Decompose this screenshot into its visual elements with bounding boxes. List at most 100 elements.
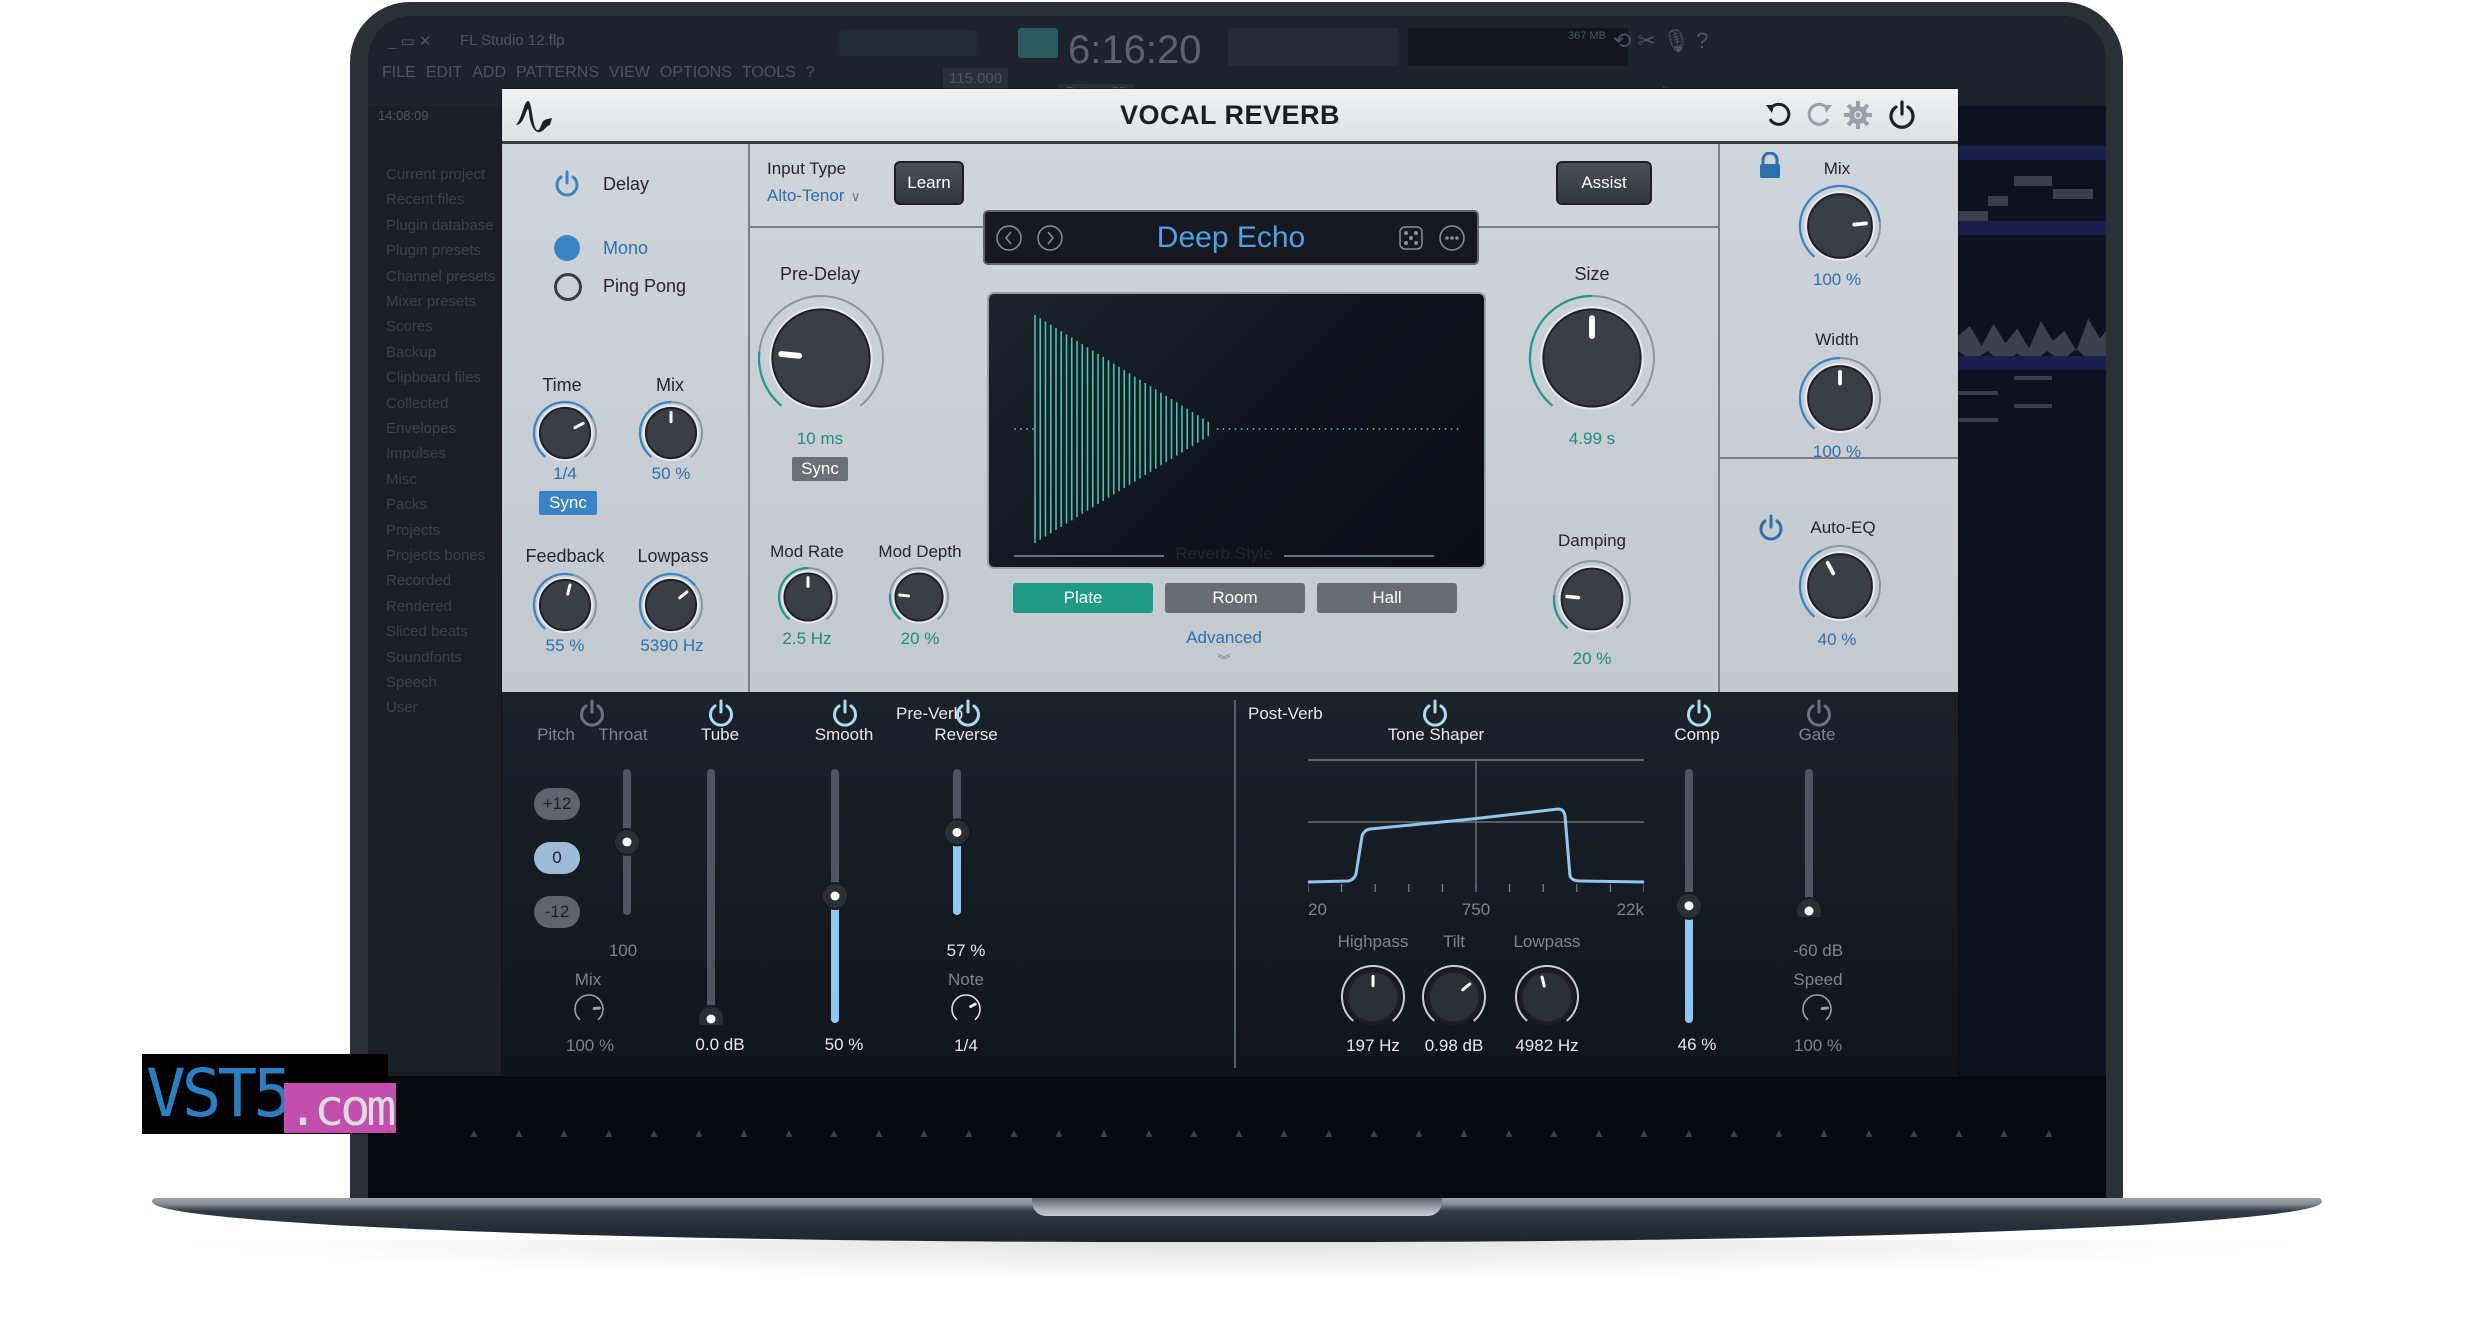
step-marker-icon: ▲ [1458,1126,1470,1140]
more-icon[interactable] [1438,224,1466,252]
fl-toolbar-icons[interactable]: ⟲ ✂ 🎙 ? [1613,28,1708,54]
pitch-mix-value: 100 % [565,1036,615,1055]
step-marker-icon: ▲ [963,1126,975,1140]
browser-item[interactable]: Packs [386,496,427,513]
mod-rate-knob[interactable] [777,566,839,633]
fl-menu-item[interactable]: PATTERNS [516,64,599,82]
mono-radio[interactable] [554,235,580,261]
fl-menu-item[interactable]: EDIT [426,64,462,82]
auto-eq-power-icon[interactable] [1758,514,1784,542]
speed-value: 100 % [1793,1036,1843,1055]
style-plate-button[interactable]: Plate [1013,583,1153,613]
size-knob[interactable] [1528,294,1656,427]
reverse-slider[interactable] [942,767,972,922]
learn-button[interactable]: Learn [894,161,964,205]
width-knob[interactable] [1798,356,1882,445]
dice-icon[interactable] [1397,224,1425,252]
step-marker-icon: ▲ [558,1126,570,1140]
plugin-title: VOCAL REVERB [1119,100,1341,130]
feedback-knob[interactable] [532,572,598,643]
tone-highpass-knob[interactable] [1340,964,1406,1035]
browser-item[interactable]: Channel presets [386,268,495,285]
fl-menu-item[interactable]: ? [806,64,815,82]
browser-item[interactable]: Envelopes [386,420,456,437]
gate-slider[interactable] [1794,767,1824,925]
browser-item[interactable]: Clipboard files [386,369,481,386]
redo-icon[interactable] [1804,99,1836,131]
browser-item[interactable]: Mixer presets [386,293,476,310]
fl-menu-item[interactable]: VIEW [609,64,650,82]
ping-pong-label: Ping Pong [603,276,687,296]
ir-baseline-dot [1312,428,1315,430]
browser-item[interactable]: Plugin presets [386,242,481,259]
comp-slider[interactable] [1674,767,1704,1030]
tempo-display[interactable]: 115.000 [943,68,1009,89]
delay-power-icon[interactable] [554,170,580,198]
browser-item[interactable]: Sliced beats [386,623,468,640]
record-mode-button[interactable] [1018,28,1058,58]
pre-delay-knob[interactable] [757,294,885,427]
chevron-right-icon[interactable] [1036,224,1064,252]
browser-item[interactable]: Recorded [386,572,451,589]
lock-icon[interactable] [1758,152,1782,180]
pitch-option-button[interactable]: +12 [534,788,580,820]
tilt-label: Tilt [1442,932,1466,951]
browser-item[interactable]: Scores [386,318,433,335]
note-knob[interactable] [949,992,983,1031]
tone-lowpass-knob[interactable] [1514,964,1580,1035]
assist-button[interactable]: Assist [1556,161,1652,205]
browser-item[interactable]: Backup [386,344,436,361]
throat-slider[interactable] [612,767,642,922]
step-marker-icon: ▲ [1908,1126,1920,1140]
undo-icon[interactable] [1762,99,1794,131]
browser-item[interactable]: Projects [386,522,440,539]
browser-item[interactable]: User [386,699,418,716]
comp-value: 46 % [1677,1035,1717,1054]
damping-knob[interactable] [1552,559,1632,644]
pitch-option-button[interactable]: 0 [534,842,580,874]
chevron-left-icon[interactable] [995,224,1023,252]
pitch-option-button[interactable]: -12 [534,896,580,928]
delay-lowpass-knob[interactable] [638,572,704,643]
knob-graphic [1528,294,1655,410]
browser-item[interactable]: Speech [386,674,437,691]
double-chevron-down-icon[interactable]: ︾ [1214,650,1234,669]
slider-graphic [1675,769,1703,1023]
style-hall-button[interactable]: Hall [1317,583,1457,613]
browser-item[interactable]: Projects bones [386,547,485,564]
window-controls[interactable]: _ ▭ ✕ [388,32,431,50]
fl-menu-item[interactable]: FILE [382,64,416,82]
input-type-dropdown[interactable]: Alto-Tenor ∨ [767,186,861,206]
style-room-button[interactable]: Room [1165,583,1305,613]
ping-pong-radio[interactable] [554,273,582,301]
preset-name[interactable]: Deep Echo [1075,212,1387,263]
browser-item[interactable]: Collected [386,395,449,412]
tube-slider[interactable] [696,767,726,1033]
speed-knob[interactable] [1800,992,1834,1031]
transport-controls[interactable] [838,30,978,56]
time-knob[interactable] [532,400,598,471]
delay-sync-button[interactable]: Sync [539,491,597,515]
advanced-link[interactable]: Advanced [1164,628,1284,648]
browser-item[interactable]: Plugin database [386,217,494,234]
pre-delay-sync-button[interactable]: Sync [792,457,848,481]
fl-menu-item[interactable]: OPTIONS [660,64,732,82]
browser-item[interactable]: Misc [386,471,417,488]
browser-item[interactable]: Recent files [386,191,464,208]
browser-item[interactable]: Soundfonts [386,649,462,666]
tilt-knob[interactable] [1421,964,1487,1035]
delay-mix-knob[interactable] [638,400,704,471]
browser-item[interactable]: Current project [386,166,485,183]
pitch-mix-knob[interactable] [572,992,606,1031]
auto-eq-knob[interactable] [1798,544,1882,633]
browser-item[interactable]: Rendered [386,598,452,615]
knob-pointer [1852,221,1868,227]
smooth-slider[interactable] [820,767,850,1030]
output-mix-knob[interactable] [1798,184,1882,273]
browser-item[interactable]: Impulses [386,445,446,462]
fl-menu-item[interactable]: TOOLS [742,64,796,82]
plugin-power-icon[interactable] [1886,99,1918,131]
mod-depth-knob[interactable] [888,566,950,633]
fl-menu-item[interactable]: ADD [472,64,506,82]
settings-gear-icon[interactable] [1842,99,1874,131]
